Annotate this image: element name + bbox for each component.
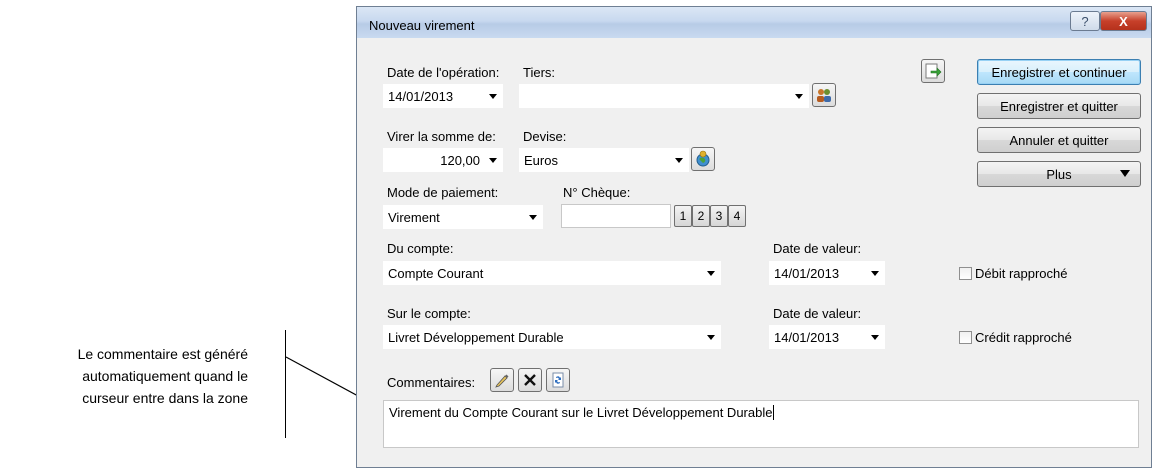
- date-valeur-credit-label: Date de valeur:: [773, 306, 862, 321]
- mode-paiement-value: Virement: [388, 209, 440, 225]
- commentaires-label: Commentaires:: [387, 375, 476, 390]
- sur-compte-label: Sur le compte:: [387, 306, 471, 321]
- export-icon: [925, 63, 942, 79]
- tiers-select[interactable]: [519, 84, 809, 108]
- chevron-down-icon: [707, 271, 715, 276]
- cheque-button-2[interactable]: 2: [692, 205, 710, 227]
- annotation-line-1: Le commentaire est généré: [77, 346, 248, 362]
- chevron-down-icon: [489, 94, 497, 99]
- text-cursor: ​: [773, 405, 775, 420]
- help-button[interactable]: ?: [1070, 11, 1100, 31]
- credit-rapproche-checkbox[interactable]: [959, 331, 972, 344]
- devise-value: Euros: [524, 152, 558, 168]
- date-operation-select[interactable]: 14/01/2013: [383, 84, 503, 108]
- date-valeur-debit-value: 14/01/2013: [774, 265, 840, 281]
- title-bar[interactable]: Nouveau virement ? X: [357, 7, 1151, 38]
- more-label: Plus: [1046, 166, 1072, 182]
- debit-rapproche-label: Débit rapproché: [975, 266, 1068, 281]
- refresh-comment-button[interactable]: [546, 368, 570, 392]
- save-quit-label: Enregistrer et quitter: [1000, 98, 1118, 114]
- pencil-icon: [495, 374, 509, 388]
- clear-comment-button[interactable]: [518, 368, 542, 392]
- chevron-down-icon: [871, 271, 879, 276]
- cheque-button-3[interactable]: 3: [710, 205, 728, 227]
- commentaires-value: Virement du Compte Courant sur le Livret…: [389, 405, 773, 420]
- montant-value: 120,00: [440, 152, 480, 168]
- debit-rapproche-checkbox[interactable]: [959, 267, 972, 280]
- currency-globe-icon: [696, 150, 710, 167]
- cheque-button-4[interactable]: 4: [728, 205, 746, 227]
- montant-input[interactable]: 120,00: [383, 148, 503, 172]
- cheque-button-2-label: 2: [697, 209, 705, 223]
- credit-rapproche-label: Crédit rapproché: [975, 330, 1072, 345]
- edit-comment-button[interactable]: [490, 368, 514, 392]
- chevron-down-icon: [529, 215, 537, 220]
- chevron-down-icon: [489, 158, 497, 163]
- cheque-button-1-label: 1: [679, 209, 687, 223]
- chevron-down-icon: [871, 335, 879, 340]
- save-continue-button[interactable]: Enregistrer et continuer: [977, 59, 1141, 85]
- annotation-line-3: curseur entre dans la zone: [82, 390, 248, 406]
- du-compte-value: Compte Courant: [388, 265, 484, 281]
- date-valeur-credit-select[interactable]: 14/01/2013: [769, 325, 885, 349]
- window-title: Nouveau virement: [369, 18, 475, 33]
- mode-paiement-label: Mode de paiement:: [387, 185, 499, 200]
- currency-button[interactable]: [691, 147, 715, 171]
- clear-x-icon: [524, 374, 536, 386]
- du-compte-select[interactable]: Compte Courant: [383, 261, 721, 285]
- refresh-icon: [552, 372, 564, 388]
- devise-label: Devise:: [523, 129, 567, 144]
- date-valeur-debit-label: Date de valeur:: [773, 241, 862, 256]
- devise-select[interactable]: Euros: [519, 148, 689, 172]
- cancel-quit-label: Annuler et quitter: [1009, 132, 1109, 148]
- cheque-button-1[interactable]: 1: [674, 205, 692, 227]
- cheque-label: N° Chèque:: [563, 185, 631, 200]
- chevron-down-icon: [795, 94, 803, 99]
- close-icon: X: [1119, 13, 1128, 29]
- more-button[interactable]: Plus: [977, 161, 1141, 187]
- save-quit-button[interactable]: Enregistrer et quitter: [977, 93, 1141, 119]
- annotation-line-2: automatiquement quand le: [82, 368, 248, 384]
- du-compte-label: Du compte:: [387, 241, 454, 256]
- chevron-down-icon: [675, 158, 683, 163]
- date-operation-value: 14/01/2013: [388, 88, 454, 104]
- cheque-button-4-label: 4: [733, 209, 741, 223]
- people-icon: [817, 89, 831, 102]
- chevron-down-icon: [707, 335, 715, 340]
- date-valeur-debit-select[interactable]: 14/01/2013: [769, 261, 885, 285]
- cancel-quit-button[interactable]: Annuler et quitter: [977, 127, 1141, 153]
- tiers-button[interactable]: [812, 83, 836, 107]
- commentaires-textarea[interactable]: Virement du Compte Courant sur le Livret…: [383, 400, 1139, 448]
- sur-compte-value: Livret Développement Durable: [388, 329, 564, 345]
- date-operation-label: Date de l'opération:: [387, 65, 500, 80]
- dialog-body: Date de l'opération: Tiers: 14/01/2013 E…: [365, 38, 1143, 459]
- montant-label: Virer la somme de:: [387, 129, 496, 144]
- export-button[interactable]: [921, 59, 945, 83]
- date-valeur-credit-value: 14/01/2013: [774, 329, 840, 345]
- sur-compte-select[interactable]: Livret Développement Durable: [383, 325, 721, 349]
- annotation-text: Le commentaire est généré automatiquemen…: [40, 343, 248, 409]
- cheque-input[interactable]: [561, 204, 671, 228]
- chevron-down-icon: [1120, 170, 1130, 177]
- cheque-button-3-label: 3: [715, 209, 723, 223]
- mode-paiement-select[interactable]: Virement: [383, 205, 543, 229]
- help-icon: ?: [1081, 13, 1089, 29]
- close-button[interactable]: X: [1100, 11, 1147, 31]
- save-continue-label: Enregistrer et continuer: [991, 64, 1127, 80]
- tiers-label: Tiers:: [523, 65, 556, 80]
- dialog-window: Nouveau virement ? X Date de l'opération…: [356, 6, 1152, 468]
